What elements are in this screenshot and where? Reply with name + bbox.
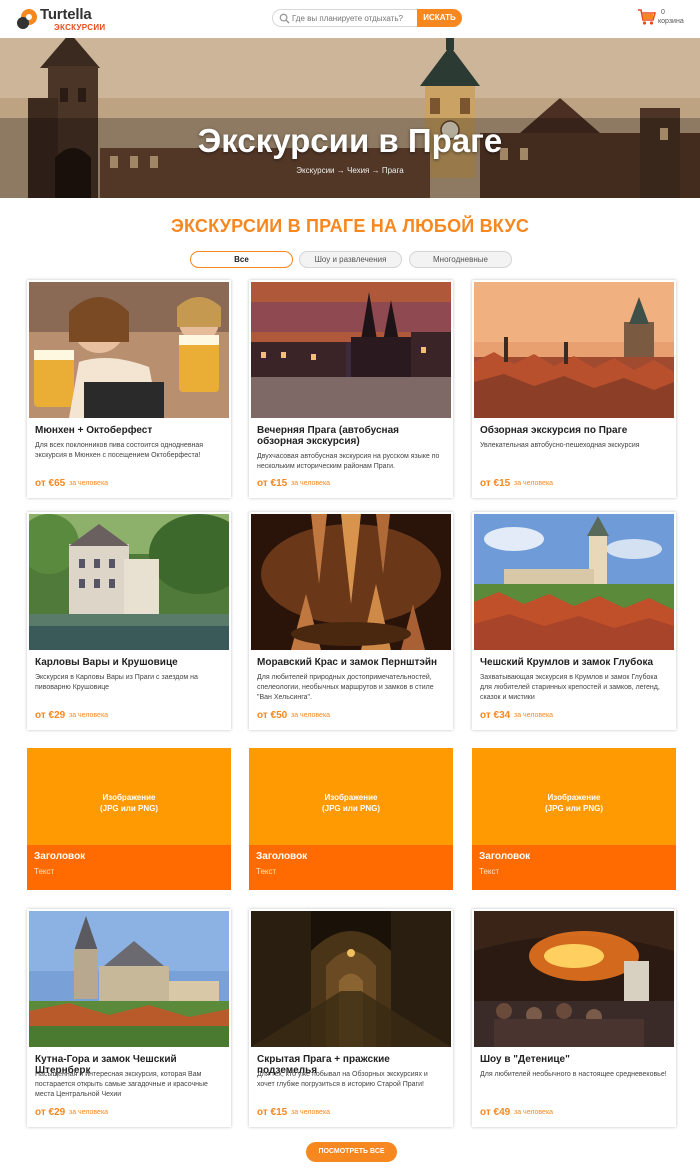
tour-price-unit: за человека (69, 712, 109, 719)
tour-title[interactable]: Мюнхен + Октоберфест (35, 425, 225, 436)
section-title: ЭКСКУРСИИ В ПРАГЕ НА ЛЮБОЙ ВКУС (170, 216, 530, 236)
page-title: Экскурсии в Праге (197, 122, 503, 159)
tour-price: от €15 (480, 478, 511, 489)
breadcrumb-separator: → (336, 166, 345, 175)
tour-description: Увлекательная автобусно-пешеходная экску… (480, 442, 640, 449)
cart[interactable]: 0 корзина (637, 8, 689, 30)
filter-tab-shows[interactable]: Шоу и развлечения (299, 251, 402, 268)
filter-tabs: Все Шоу и развлечения Многодневные (190, 251, 512, 268)
placeholder-text: Текст (256, 867, 277, 876)
filter-tab-multiday[interactable]: Многодневные (409, 251, 512, 268)
placeholder-caption: Заголовок Текст (249, 845, 453, 890)
tour-description: Для любителей природных достопримечатель… (257, 674, 434, 701)
placeholder-text: Текст (34, 867, 55, 876)
placeholder-card[interactable]: Изображение (JPG или PNG) Заголовок Текс… (472, 748, 676, 890)
header: Turtella ЭКСКУРСИИ ИСКАТЬ 0 корзина (0, 0, 700, 38)
tour-description: Двухчасовая автобусная экскурсия на русс… (257, 453, 440, 470)
tour-price: от €50 (257, 710, 288, 721)
tour-image (29, 282, 229, 418)
tour-image (474, 514, 674, 650)
tour-image (474, 911, 674, 1047)
tour-title[interactable]: Карловы Вары и Крушовице (35, 657, 225, 668)
tour-title[interactable]: Моравский Крас и замок Пернштэйн (257, 657, 447, 668)
tour-price: от €34 (480, 710, 511, 721)
placeholder-heading: Заголовок (256, 851, 308, 862)
tour-card[interactable]: Обзорная экскурсия по Праге Увлекательна… (472, 280, 676, 498)
tour-image (251, 911, 451, 1047)
tour-card[interactable]: Карловы Вары и Крушовице Экскурсия в Кар… (27, 512, 231, 730)
logo-icon (17, 9, 37, 29)
tour-title[interactable]: Вечерняя Прага (автобусная обзорная экск… (257, 425, 447, 447)
tour-price-unit: за человека (69, 1109, 109, 1116)
tour-price: от €29 (35, 1107, 66, 1118)
tour-description: Для любителей необычного в настоящее сре… (480, 1071, 667, 1078)
tour-image (251, 282, 451, 418)
tour-description: Экскурсия в Карловы Вары из Праги с заез… (35, 674, 198, 691)
tour-description: Для тех, кто уже побывал на Обзорных экс… (257, 1071, 428, 1088)
placeholder-text: Текст (479, 867, 500, 876)
tour-image (29, 514, 229, 650)
breadcrumb-item: Прага (381, 166, 404, 175)
tour-price: от €29 (35, 710, 66, 721)
tour-card[interactable]: Вечерняя Прага (автобусная обзорная экск… (249, 280, 453, 498)
tour-price-unit: за человека (514, 712, 554, 719)
filter-tab-all[interactable]: Все (190, 251, 293, 268)
cart-icon (638, 9, 657, 25)
logo-subtitle: ЭКСКУРСИИ (54, 23, 106, 32)
search-box (272, 9, 418, 27)
placeholder-card[interactable]: Изображение (JPG или PNG) Заголовок Текс… (27, 748, 231, 890)
tour-card[interactable]: Кутна-Гора и замок Чешский Штернберк Нас… (27, 909, 231, 1127)
placeholder-image-text: Изображение (JPG или PNG) (544, 793, 604, 813)
tour-price: от €49 (480, 1107, 511, 1118)
search-input[interactable] (292, 10, 416, 26)
placeholder-heading: Заголовок (34, 851, 86, 862)
breadcrumb: Экскурсии → Чехия → Прага (0, 166, 700, 175)
search-button[interactable]: ИСКАТЬ (417, 9, 462, 27)
placeholder-image-text: Изображение (JPG или PNG) (321, 793, 381, 813)
tour-price-unit: за человека (291, 480, 331, 487)
tour-price-unit: за человека (291, 1109, 331, 1116)
tour-price-unit: за человека (514, 480, 554, 487)
cart-label: корзина (658, 18, 684, 25)
breadcrumb-separator: → (371, 166, 380, 175)
tour-image (251, 514, 451, 650)
tour-image (29, 911, 229, 1047)
logo-brand: Turtella (40, 6, 92, 23)
breadcrumb-item[interactable]: Чехия (347, 166, 369, 175)
placeholder-heading: Заголовок (479, 851, 531, 862)
placeholder-caption: Заголовок Текст (472, 845, 676, 890)
logo[interactable]: Turtella ЭКСКУРСИИ (16, 5, 105, 33)
tour-card[interactable]: Скрытая Прага + пражские подземелья Для … (249, 909, 453, 1127)
tour-price-unit: за человека (291, 712, 331, 719)
tour-card[interactable]: Моравский Крас и замок Пернштэйн Для люб… (249, 512, 453, 730)
tour-card[interactable]: Мюнхен + Октоберфест Для всех поклоннико… (27, 280, 231, 498)
tour-description: Насыщенная и интересная экскурсия, котор… (35, 1071, 208, 1098)
tour-price: от €15 (257, 478, 288, 489)
tour-title[interactable]: Обзорная экскурсия по Праге (480, 425, 670, 436)
cart-count: 0 (661, 9, 665, 16)
tour-price: от €15 (257, 1107, 288, 1118)
tour-price-unit: за человека (69, 480, 109, 487)
tour-price-unit: за человека (514, 1109, 554, 1116)
placeholder-image-text: Изображение (JPG или PNG) (99, 793, 159, 813)
tour-card[interactable]: Чешский Крумлов и замок Глубока Захватыв… (472, 512, 676, 730)
show-all-button[interactable]: ПОСМОТРЕТЬ ВСЕ (306, 1142, 397, 1162)
tour-image (474, 282, 674, 418)
tour-title[interactable]: Чешский Крумлов и замок Глубока (480, 657, 670, 668)
breadcrumb-item[interactable]: Экскурсии (296, 166, 334, 175)
tour-card[interactable]: Шоу в "Детенице" Для любителей необычног… (472, 909, 676, 1127)
tour-price: от €65 (35, 478, 66, 489)
placeholder-card[interactable]: Изображение (JPG или PNG) Заголовок Текс… (249, 748, 453, 890)
tour-title[interactable]: Шоу в "Детенице" (480, 1054, 670, 1065)
search-icon (279, 13, 290, 24)
placeholder-caption: Заголовок Текст (27, 845, 231, 890)
tour-description: Для всех поклонников пива состоится одно… (35, 442, 204, 459)
tour-description: Захватывающая экскурсия в Крумлов и замо… (480, 674, 660, 701)
search-bar: ИСКАТЬ (272, 9, 462, 27)
